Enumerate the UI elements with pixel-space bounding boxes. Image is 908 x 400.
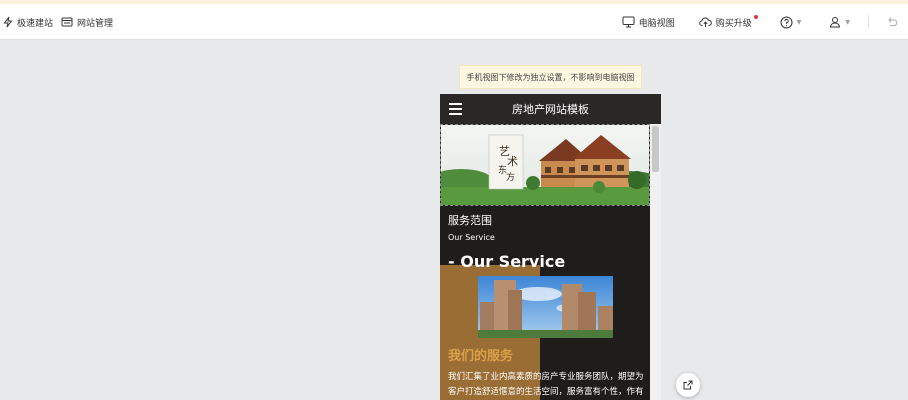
site-manage-label: 网站管理: [77, 18, 114, 29]
services-paragraph: 我们汇集了业内高素质的房产专业服务团队，期望为客户打造舒适惬意的生活空间，服务富…: [448, 372, 644, 397]
chevron-down-icon: ▼: [845, 18, 850, 26]
quick-build-label: 极速建站: [17, 18, 54, 29]
our-service-heading: - Our Service: [448, 252, 566, 271]
scrollbar-thumb[interactable]: [652, 126, 659, 172]
hero-banner[interactable]: 艺 术 东 方: [440, 124, 650, 206]
user-icon: [829, 16, 841, 28]
undo-icon: [886, 16, 898, 28]
lightning-icon: [2, 16, 14, 28]
hamburger-menu-icon[interactable]: [449, 103, 462, 115]
our-services-heading: 我们的服务: [448, 349, 514, 364]
section-subtitle: Our Service: [448, 233, 495, 242]
help-icon: [780, 16, 793, 29]
desktop-view-label: 电脑视图: [638, 18, 675, 29]
quick-build-button[interactable]: 极速建站: [2, 16, 53, 29]
notification-dot: [753, 14, 758, 19]
desktop-view-button[interactable]: 电脑视图: [622, 16, 675, 29]
user-menu-button[interactable]: ▼: [829, 16, 850, 28]
toolbar-right: 电脑视图 购买升级 ▼ ▼: [622, 4, 908, 40]
window-icon: [61, 16, 73, 28]
service-section: 服务范围 Our Service - Our Service 我们的服务 我们汇…: [440, 206, 650, 400]
top-toolbar: 极速建站 网站管理 电脑视图 购买升级 ▼ ▼: [0, 4, 908, 40]
help-button[interactable]: ▼: [780, 16, 802, 29]
preview-scrollbar[interactable]: [650, 124, 661, 400]
svg-text:术: 术: [507, 155, 518, 168]
undo-button[interactable]: [886, 16, 898, 28]
buy-upgrade-label: 购买升级: [715, 18, 752, 29]
svg-text:方: 方: [506, 171, 515, 183]
mobile-view-notice: 手机视图下修改为独立设置，不影响到电脑视图: [459, 65, 642, 89]
toolbar-left: 极速建站 网站管理: [2, 4, 113, 40]
toolbar-divider: [868, 15, 869, 29]
building-photo: [478, 276, 613, 338]
share-icon: [682, 376, 694, 395]
site-title: 房地产网站模板: [512, 103, 589, 116]
monitor-icon: [622, 16, 635, 28]
buy-upgrade-button[interactable]: 购买升级: [698, 14, 758, 29]
mobile-preview[interactable]: 房地产网站模板 艺 术 东 方 服务范围 Our Service - Our S…: [440, 94, 661, 400]
chevron-down-icon: ▼: [796, 18, 802, 26]
hero-banner-image: 艺 术 东 方: [441, 125, 649, 205]
site-manage-button[interactable]: 网站管理: [61, 16, 113, 29]
mobile-header: 房地产网站模板: [440, 94, 661, 124]
section-title: 服务范围: [448, 214, 492, 227]
share-button[interactable]: [676, 373, 700, 397]
cloud-upload-icon: [698, 16, 712, 28]
